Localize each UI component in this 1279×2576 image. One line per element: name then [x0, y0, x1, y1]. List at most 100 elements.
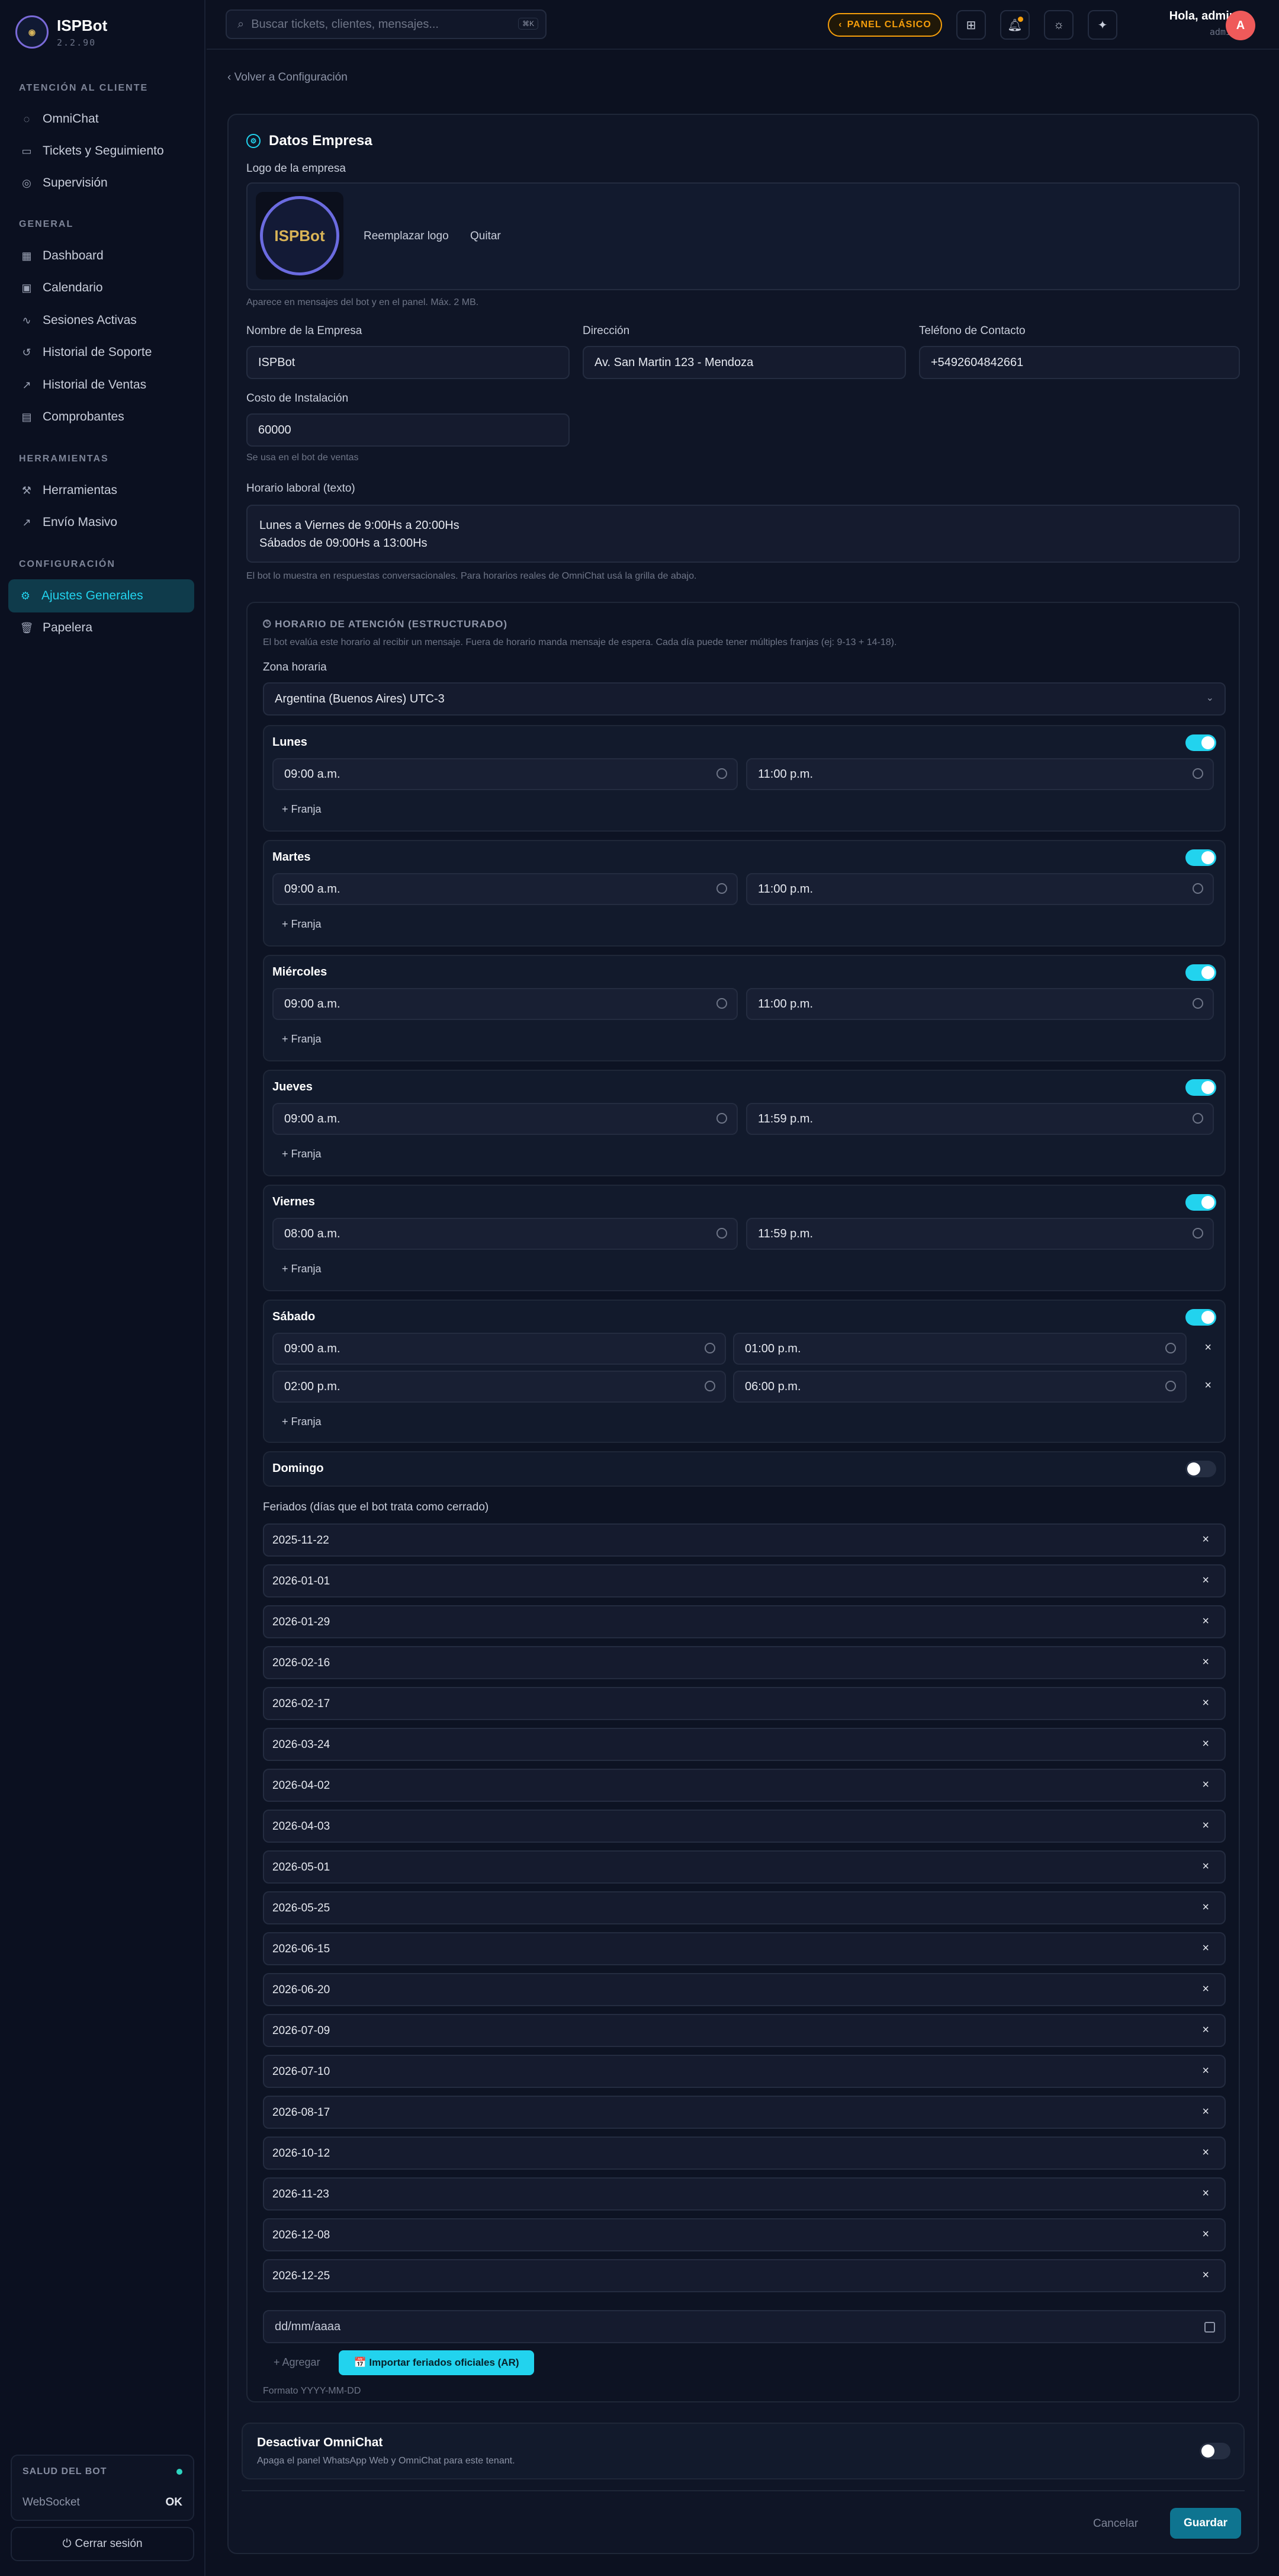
- slot-end-time[interactable]: 06:00 p.m.: [733, 1371, 1187, 1403]
- sidebar-item-historial-soporte[interactable]: ↺ Historial de Soporte: [9, 336, 195, 368]
- day-toggle[interactable]: [1185, 1309, 1216, 1326]
- add-slot-button[interactable]: + Franja: [282, 1148, 322, 1160]
- cancel-button[interactable]: Cancelar: [1093, 2517, 1138, 2530]
- remove-holiday-button[interactable]: ×: [1202, 2105, 1209, 2119]
- address-field[interactable]: Av. San Martin 123 - Mendoza: [583, 346, 906, 379]
- remove-holiday-button[interactable]: ×: [1202, 1533, 1209, 1547]
- remove-holiday-button[interactable]: ×: [1202, 1737, 1209, 1751]
- install-cost-field[interactable]: 60000: [246, 413, 570, 447]
- company-logo: ISPBot: [256, 192, 343, 280]
- history-icon: ↺: [22, 346, 31, 358]
- slot-start-time[interactable]: 09:00 a.m.: [272, 758, 738, 790]
- remove-holiday-button[interactable]: ×: [1202, 2023, 1209, 2037]
- holiday-date: 2026-07-09: [272, 2025, 330, 2037]
- remove-holiday-button[interactable]: ×: [1202, 2228, 1209, 2241]
- sidebar-item-comprobantes[interactable]: ▤ Comprobantes: [9, 401, 195, 433]
- hours-text-field[interactable]: Lunes a Viernes de 9:00Hs a 20:00Hs Sába…: [246, 505, 1240, 563]
- remove-holiday-button[interactable]: ×: [1202, 1656, 1209, 1669]
- health-status-dot: [176, 2469, 182, 2475]
- company-name-field[interactable]: ISPBot: [246, 346, 570, 379]
- schedule-description: El bot evalúa este horario al recibir un…: [263, 637, 897, 647]
- remove-holiday-button[interactable]: ×: [1202, 2146, 1209, 2160]
- sidebar-item-historial-ventas[interactable]: ↗ Historial de Ventas: [9, 369, 195, 401]
- sidebar-item-supervision[interactable]: ◎ Supervisión: [9, 167, 195, 199]
- holiday-date-input[interactable]: dd/mm/aaaa: [263, 2310, 1226, 2343]
- brand: ◉ ISPBot 2.2.90: [15, 15, 107, 49]
- company-settings-card: ⚙ Datos Empresa Logo de la empresa ISPBot…: [227, 114, 1259, 2554]
- slot-start-time[interactable]: 09:00 a.m.: [272, 988, 738, 1020]
- sidebar-item-calendario[interactable]: ▣ Calendario: [9, 272, 195, 304]
- slot-start-time[interactable]: 08:00 a.m.: [272, 1218, 738, 1250]
- slot-end-time[interactable]: 11:00 p.m.: [746, 873, 1214, 905]
- add-slot-button[interactable]: + Franja: [282, 1263, 322, 1275]
- back-link[interactable]: ‹ Volver a Configuración: [227, 71, 348, 84]
- remove-holiday-button[interactable]: ×: [1202, 1574, 1209, 1587]
- remove-holiday-button[interactable]: ×: [1202, 2064, 1209, 2078]
- day-toggle[interactable]: [1185, 1461, 1216, 1477]
- remove-holiday-button[interactable]: ×: [1202, 1982, 1209, 1996]
- sidebar-item-sesiones[interactable]: ∿ Sesiones Activas: [9, 304, 195, 336]
- remove-logo-button[interactable]: Quitar: [470, 230, 501, 243]
- remove-holiday-button[interactable]: ×: [1202, 1819, 1209, 1833]
- clock-icon: [705, 1381, 715, 1391]
- logout-button[interactable]: ⏻ Cerrar sesión: [11, 2527, 194, 2561]
- sidebar-item-tickets[interactable]: ▭ Tickets y Seguimiento: [9, 135, 195, 167]
- remove-slot-button[interactable]: ×: [1204, 1379, 1211, 1393]
- gift-button[interactable]: ⊞: [956, 10, 986, 40]
- bot-health-panel: SALUD DEL BOT WebSocket OK: [11, 2455, 194, 2521]
- day-toggle[interactable]: [1185, 1079, 1216, 1096]
- search-input[interactable]: ⌕ Buscar tickets, clientes, mensajes... …: [226, 9, 547, 39]
- omnichat-toggle[interactable]: [1200, 2443, 1230, 2459]
- import-holidays-button[interactable]: 📅 Importar feriados oficiales (AR): [339, 2350, 534, 2375]
- sidebar-item-papelera[interactable]: 🗑 Papelera: [9, 612, 195, 644]
- schedule-title: 🕒︎ HORARIO DE ATENCIÓN (ESTRUCTURADO): [263, 618, 508, 630]
- slot-start-time[interactable]: 09:00 a.m.: [272, 873, 738, 905]
- save-button[interactable]: Guardar: [1170, 2508, 1241, 2539]
- slot-start-time[interactable]: 02:00 p.m.: [272, 1371, 726, 1403]
- day-toggle[interactable]: [1185, 849, 1216, 866]
- day-toggle[interactable]: [1185, 1194, 1216, 1211]
- notifications-button[interactable]: 🔔︎: [1000, 10, 1030, 40]
- day-toggle[interactable]: [1185, 734, 1216, 751]
- add-slot-button[interactable]: + Franja: [282, 803, 322, 816]
- remove-holiday-button[interactable]: ×: [1202, 1942, 1209, 1955]
- avatar[interactable]: A: [1226, 11, 1255, 40]
- remove-holiday-button[interactable]: ×: [1202, 2187, 1209, 2200]
- replace-logo-button[interactable]: Reemplazar logo: [364, 230, 449, 243]
- sidebar-item-dashboard[interactable]: ▦ Dashboard: [9, 240, 195, 272]
- slot-end-time[interactable]: 11:59 p.m.: [746, 1103, 1214, 1135]
- add-slot-button[interactable]: + Franja: [282, 1416, 322, 1428]
- holiday-date: 2026-07-10: [272, 2065, 330, 2078]
- slot-start-time[interactable]: 09:00 a.m.: [272, 1103, 738, 1135]
- sidebar-item-envio-masivo[interactable]: ↗ Envío Masivo: [9, 506, 195, 538]
- timezone-select[interactable]: Argentina (Buenos Aires) UTC-3 ⌄: [263, 682, 1226, 716]
- remove-holiday-button[interactable]: ×: [1202, 2269, 1209, 2282]
- user-name: Hola, admin: [1169, 9, 1236, 23]
- slot-end-time[interactable]: 01:00 p.m.: [733, 1333, 1187, 1365]
- omnichat-deactivate-title: Desactivar OmniChat: [257, 2436, 383, 2449]
- sidebar-item-ajustes-generales[interactable]: ⚙ Ajustes Generales: [8, 579, 194, 612]
- day-lunes: Lunes 09:00 a.m. 11:00 p.m. + Franja: [263, 725, 1226, 832]
- remove-holiday-button[interactable]: ×: [1202, 1696, 1209, 1710]
- remove-holiday-button[interactable]: ×: [1202, 1860, 1209, 1874]
- day-toggle[interactable]: [1185, 964, 1216, 981]
- slot-end-time[interactable]: 11:00 p.m.: [746, 988, 1214, 1020]
- phone-field[interactable]: +5492604842661: [919, 346, 1240, 379]
- sidebar-item-omnichat[interactable]: ◌ OmniChat: [9, 103, 195, 135]
- slot-start-time[interactable]: 09:00 a.m.: [272, 1333, 726, 1365]
- clock-icon: [705, 1343, 715, 1353]
- sparkle-button[interactable]: ✦: [1088, 10, 1117, 40]
- theme-toggle-button[interactable]: ☼: [1044, 10, 1074, 40]
- add-slot-button[interactable]: + Franja: [282, 918, 322, 931]
- remove-holiday-button[interactable]: ×: [1202, 1901, 1209, 1914]
- calendar-icon: [1204, 2322, 1215, 2333]
- remove-slot-button[interactable]: ×: [1204, 1341, 1211, 1355]
- add-holiday-button[interactable]: + Agregar: [274, 2356, 320, 2369]
- classic-panel-button[interactable]: ‹ PANEL CLÁSICO: [828, 13, 942, 37]
- remove-holiday-button[interactable]: ×: [1202, 1778, 1209, 1792]
- slot-end-time[interactable]: 11:00 p.m.: [746, 758, 1214, 790]
- add-slot-button[interactable]: + Franja: [282, 1033, 322, 1045]
- sidebar-item-herramientas[interactable]: ⚒ Herramientas: [9, 474, 195, 506]
- slot-end-time[interactable]: 11:59 p.m.: [746, 1218, 1214, 1250]
- remove-holiday-button[interactable]: ×: [1202, 1615, 1209, 1628]
